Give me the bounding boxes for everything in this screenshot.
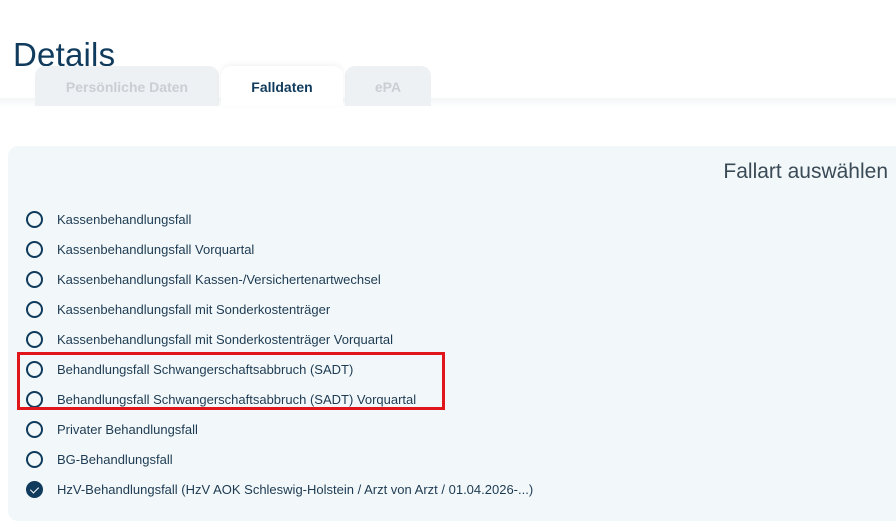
option-bg-behandlungsfall[interactable]: BG-Behandlungsfall [26,444,533,474]
option-label: Privater Behandlungsfall [57,421,198,437]
option-sonderkostentraeger[interactable]: Kassenbehandlungsfall mit Sonderkostentr… [26,294,533,324]
tab-persoenliche-daten[interactable]: Persönliche Daten [35,66,219,106]
radio-button-checked[interactable] [26,480,43,498]
radio-button[interactable] [26,300,43,318]
panel-heading: Fallart auswählen [723,160,888,183]
option-sadt-vorquartal[interactable]: Behandlungsfall Schwangerschaftsabbruch … [26,384,533,414]
option-label: Kassenbehandlungsfall [57,211,192,227]
option-label: BG-Behandlungsfall [57,451,173,467]
option-label: Behandlungsfall Schwangerschaftsabbruch … [57,391,417,407]
option-kassenwechsel[interactable]: Kassenbehandlungsfall Kassen-/Versichert… [26,264,533,294]
option-label: Kassenbehandlungsfall mit Sonderkostentr… [57,331,394,347]
option-sadt[interactable]: Behandlungsfall Schwangerschaftsabbruch … [26,354,533,384]
radio-button[interactable] [26,270,43,288]
radio-button[interactable] [26,360,43,378]
option-label: Kassenbehandlungsfall Kassen-/Versichert… [57,271,381,287]
tab-bar: Persönliche Daten Falldaten ePA [0,66,896,108]
option-kassenbehandlungsfall[interactable]: Kassenbehandlungsfall [26,204,533,234]
option-label: Kassenbehandlungsfall Vorquartal [57,241,255,257]
details-page: Details Persönliche Daten Falldaten ePA … [0,0,896,527]
tab-epa[interactable]: ePA [345,66,431,106]
radio-button[interactable] [26,210,43,228]
radio-button[interactable] [26,420,43,438]
option-sonderkostentraeger-vorquartal[interactable]: Kassenbehandlungsfall mit Sonderkostentr… [26,324,533,354]
radio-button[interactable] [26,390,43,408]
option-label: HzV-Behandlungsfall (HzV AOK Schleswig-H… [57,481,534,497]
radio-button[interactable] [26,330,43,348]
option-hzv-behandlungsfall[interactable]: HzV-Behandlungsfall (HzV AOK Schleswig-H… [26,474,533,504]
radio-button[interactable] [26,240,43,258]
option-privater-behandlungsfall[interactable]: Privater Behandlungsfall [26,414,533,444]
option-label: Behandlungsfall Schwangerschaftsabbruch … [57,361,354,377]
option-label: Kassenbehandlungsfall mit Sonderkostentr… [57,301,331,317]
radio-button[interactable] [26,450,43,468]
tab-falldaten[interactable]: Falldaten [221,66,343,106]
fallart-panel: Fallart auswählen Kassenbehandlungsfall … [8,146,896,521]
fallart-options: Kassenbehandlungsfall Kassenbehandlungsf… [26,204,533,504]
option-kassenbehandlungsfall-vorquartal[interactable]: Kassenbehandlungsfall Vorquartal [26,234,533,264]
